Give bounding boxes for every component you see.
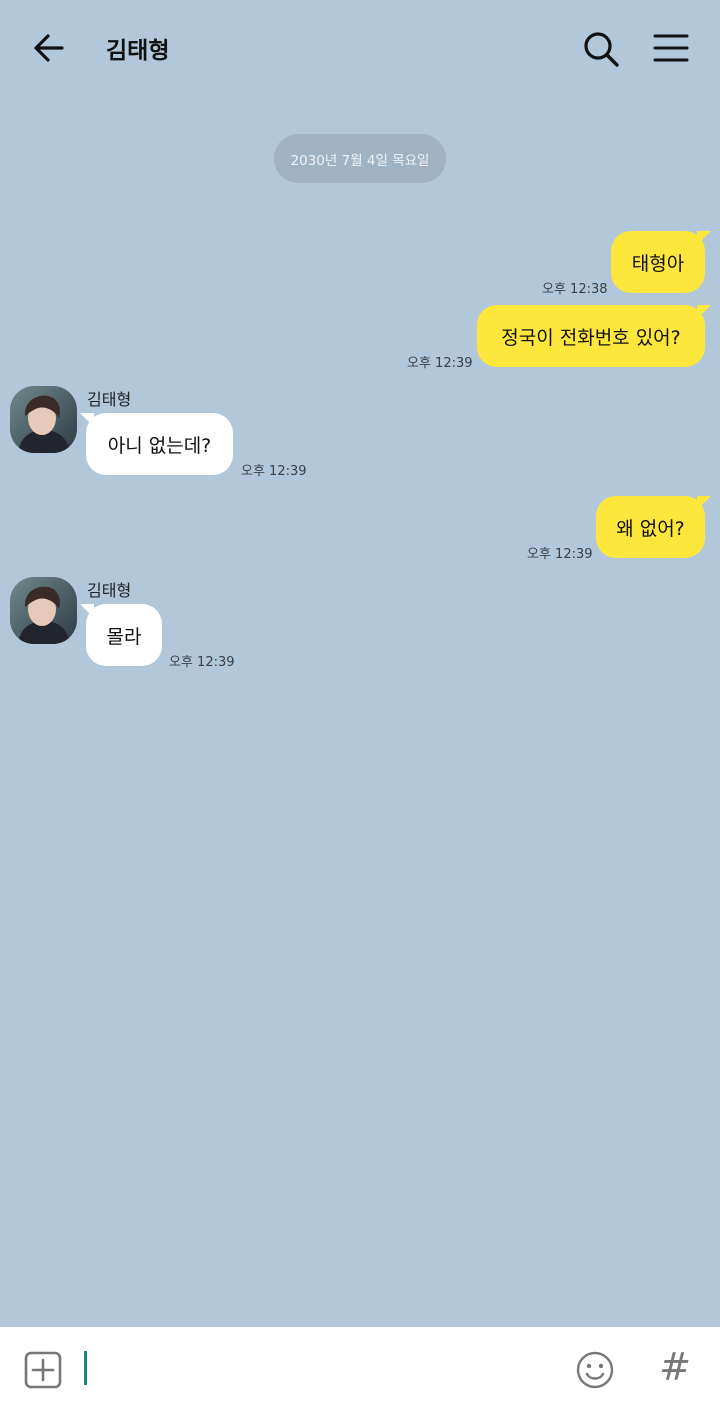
- text-cursor: [84, 1351, 87, 1385]
- message-bubble-mine[interactable]: 태형아: [611, 231, 711, 293]
- hamburger-menu-icon: [653, 34, 689, 62]
- date-divider: 2030년 7월 4일 목요일: [274, 134, 446, 183]
- menu-button[interactable]: [650, 30, 692, 66]
- message-bubble-mine[interactable]: 정국이 전화번호 있어?: [477, 305, 711, 367]
- chat-header: 김태형: [0, 0, 720, 96]
- message-bubble-mine[interactable]: 왜 없어?: [596, 496, 711, 558]
- search-button[interactable]: [580, 28, 622, 70]
- avatar[interactable]: [10, 577, 77, 644]
- message-time: 오후 12:39: [407, 356, 473, 371]
- message-time: 오후 12:39: [527, 547, 593, 562]
- arrow-left-icon: [34, 34, 64, 62]
- chat-title: 김태형: [106, 38, 170, 64]
- message-bubble-theirs[interactable]: 아니 없는데?: [80, 413, 233, 475]
- sender-name: 김태형: [87, 390, 132, 409]
- profile-photo: [10, 386, 77, 453]
- message-time: 오후 12:39: [169, 655, 235, 670]
- search-icon: [584, 32, 619, 67]
- hashtag-icon: #: [659, 1345, 691, 1389]
- smiley-icon: [576, 1351, 614, 1389]
- sender-name: 김태형: [87, 581, 132, 600]
- message-time: 오후 12:39: [241, 464, 307, 479]
- message-time: 오후 12:38: [542, 282, 608, 297]
- message-bubble-theirs[interactable]: 몰라: [80, 604, 162, 666]
- message-composer: #: [0, 1327, 720, 1407]
- plus-square-icon: [24, 1351, 62, 1389]
- avatar[interactable]: [10, 386, 77, 453]
- back-button[interactable]: [28, 28, 72, 68]
- emoji-button[interactable]: [575, 1350, 615, 1390]
- hashtag-button[interactable]: #: [655, 1345, 695, 1389]
- profile-photo: [10, 577, 77, 644]
- message-input[interactable]: [84, 1343, 554, 1393]
- add-attachment-button[interactable]: [24, 1351, 62, 1389]
